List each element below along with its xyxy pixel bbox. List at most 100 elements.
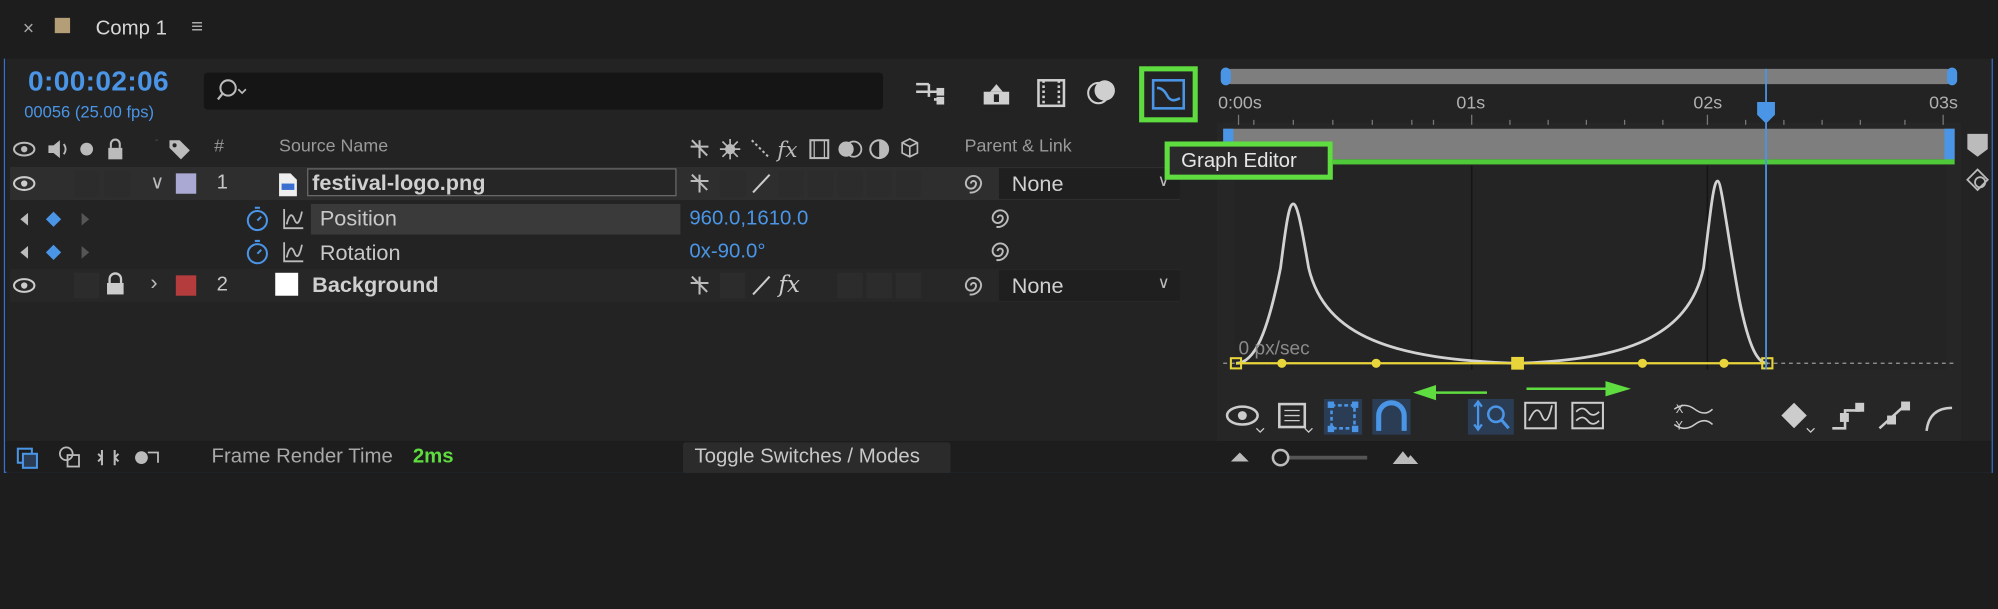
draft-3d-icon[interactable] (980, 76, 1013, 107)
bezier-handle[interactable] (1719, 358, 1729, 368)
fit-selection-icon[interactable] (1524, 401, 1557, 430)
graph-unit-label: 0 px/sec (1238, 337, 1310, 360)
property-value-position[interactable]: 960.0,1610.0 (689, 208, 808, 231)
visibility-eye-icon[interactable] (12, 277, 38, 295)
graph-toggle-icon[interactable] (280, 207, 305, 232)
graph-toggle-icon[interactable] (280, 240, 305, 265)
zoom-out-icon[interactable] (1230, 452, 1249, 462)
lock-switch[interactable] (104, 170, 130, 197)
graph-editor-canvas[interactable] (1217, 64, 1969, 446)
convert-keyframe-icon[interactable] (1781, 402, 1815, 434)
collapse-switch[interactable] (719, 272, 746, 299)
zoom-slider-handle[interactable] (1271, 448, 1290, 467)
ruler-label-0: 0:00s (1218, 91, 1262, 113)
parent-dropdown-1[interactable]: None ∨ (998, 168, 1180, 199)
pick-whip-icon[interactable] (961, 273, 986, 298)
layer-label-color[interactable] (175, 173, 197, 194)
close-tab-icon[interactable]: × (23, 18, 34, 40)
frame-blending-icon[interactable] (1035, 76, 1068, 108)
frame-blend-switch[interactable] (807, 170, 834, 197)
bezier-handle[interactable] (1637, 358, 1648, 368)
visibility-eye-icon[interactable] (12, 175, 38, 193)
layer-number: 1 (216, 172, 228, 194)
layer-number: 2 (216, 274, 228, 296)
keyframe-selected[interactable] (1511, 356, 1524, 370)
pick-whip-icon[interactable] (961, 171, 986, 196)
ruler-label-1: 01s (1456, 91, 1486, 113)
zoom-in-icon[interactable] (1392, 451, 1419, 464)
file-icon (279, 173, 297, 197)
easy-ease-icon[interactable] (1925, 406, 1953, 432)
lock-icon[interactable] (104, 272, 127, 297)
comp-marker-bin-icon[interactable] (1965, 131, 1993, 195)
comp-color-swatch (54, 17, 71, 34)
stopwatch-icon[interactable] (245, 206, 270, 232)
property-name-position[interactable]: Position (320, 207, 397, 232)
panel-menu-icon[interactable]: ≡ (191, 17, 203, 40)
linear-keyframe-icon[interactable] (1878, 401, 1911, 430)
twirl-open-icon[interactable]: ∨ (150, 171, 164, 194)
twirl-closed-icon[interactable]: › (150, 270, 157, 295)
graph-editor-toolbar: XY (1225, 398, 1953, 435)
motion-blur-switch[interactable] (837, 272, 863, 299)
motion-blur-switch[interactable] (837, 170, 863, 197)
pick-whip-icon[interactable] (988, 205, 1013, 230)
collapse-switch[interactable] (719, 170, 746, 197)
solo-switch[interactable] (73, 272, 100, 299)
solo-switch[interactable] (73, 170, 100, 197)
motion-blur-icon[interactable] (1086, 76, 1119, 107)
shy-switch-icon[interactable] (688, 172, 711, 195)
property-name-rotation[interactable]: Rotation (320, 241, 401, 266)
column-header-source-name[interactable]: Source Name (279, 135, 388, 163)
3d-layer-switch[interactable] (895, 170, 922, 197)
hold-keyframe-icon[interactable] (1832, 402, 1865, 430)
layer-name[interactable]: festival-logo.png (312, 171, 485, 196)
3d-layer-switch[interactable] (895, 272, 922, 299)
quality-switch-icon[interactable] (748, 273, 776, 298)
graph-editor-button[interactable] (1139, 66, 1198, 123)
zoom-slider[interactable] (1227, 446, 1431, 469)
column-header-number[interactable]: # (214, 135, 224, 163)
search-input[interactable] (203, 72, 884, 110)
keyframe-nav-rotation (20, 244, 90, 261)
separate-dimensions-icon[interactable]: XY (1673, 402, 1714, 433)
footer-toggle-icons[interactable] (15, 445, 165, 470)
layer-label-color[interactable] (175, 275, 197, 296)
adjustment-switch[interactable] (866, 272, 892, 299)
quality-switch-icon[interactable] (748, 171, 776, 196)
work-area-bar[interactable] (1223, 68, 1955, 85)
label-tag-icon (169, 140, 190, 160)
comp-navigator-bar[interactable] (1223, 128, 1955, 160)
column-header-parent-link[interactable]: Parent & Link (965, 135, 1072, 163)
shy-switch-icon[interactable] (688, 274, 711, 297)
eye-icon[interactable] (1225, 405, 1265, 434)
graph-editor-tooltip: Graph Editor (1164, 141, 1333, 180)
comp-tab-title[interactable]: Comp 1 (96, 18, 167, 41)
chevron-down-icon: ∨ (1157, 272, 1170, 292)
parent-dropdown-2[interactable]: None ∨ (998, 270, 1180, 301)
stopwatch-icon[interactable] (245, 239, 270, 265)
search-icon (216, 79, 247, 101)
current-time-display[interactable]: 0:00:02:06 (28, 65, 169, 98)
ruler-label-2: 02s (1693, 91, 1723, 113)
graph-editor-icon (1151, 79, 1186, 110)
panel-tab-bar (0, 0, 1998, 59)
pick-whip-icon[interactable] (988, 238, 1013, 263)
layer-name[interactable]: Background (312, 273, 438, 298)
arrow-right-icon (1526, 381, 1631, 397)
adjustment-switch[interactable] (866, 170, 892, 197)
property-value-rotation[interactable]: 0x-90.0° (689, 241, 765, 264)
graph-options-icon[interactable] (1278, 402, 1313, 434)
switches-header-icons: fx (690, 138, 919, 163)
frame-count-display: 00056 (25.00 fps) (24, 101, 155, 122)
effect-switch[interactable] (778, 170, 805, 197)
fx-effect-icon[interactable]: fx (776, 270, 807, 298)
frame-render-time-label: Frame Render Time (211, 446, 393, 468)
toggle-switches-modes-button[interactable]: Toggle Switches / Modes (682, 442, 951, 473)
flowchart-icon[interactable] (914, 76, 947, 107)
fit-all-icon[interactable] (1571, 401, 1604, 430)
bezier-handle[interactable] (1277, 358, 1287, 368)
bezier-handle[interactable] (1371, 358, 1381, 368)
frame-render-time-value: 2ms (412, 446, 454, 468)
svg-text:fx: fx (777, 272, 800, 298)
